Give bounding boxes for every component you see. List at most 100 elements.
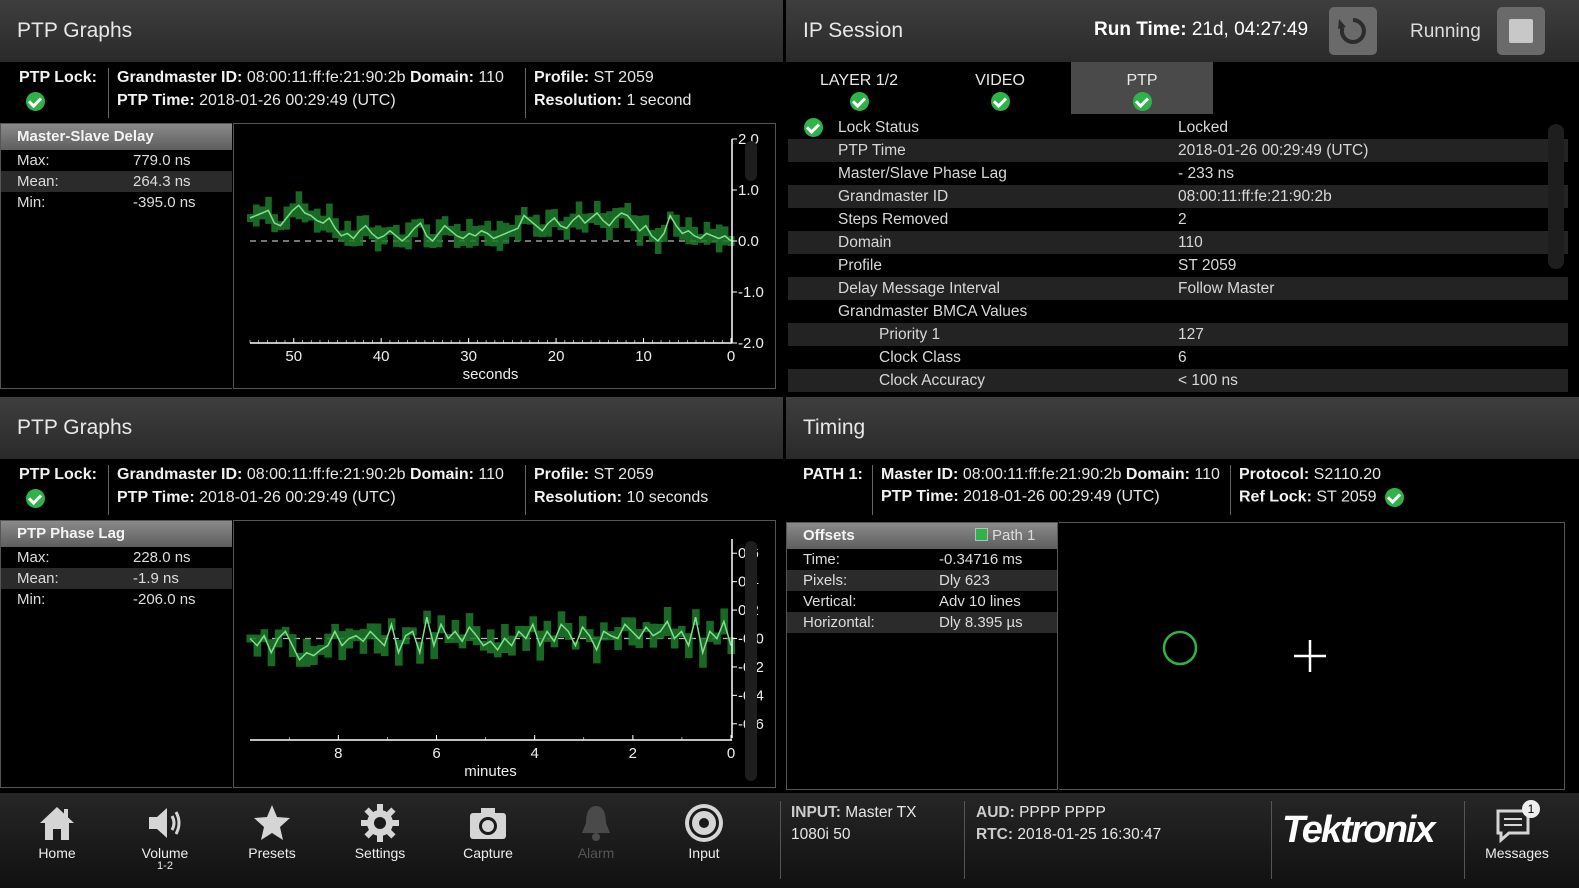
stat-row: Min: -206.0 ns [17, 591, 196, 608]
stat-row: Mean: 264.3 ns [1, 171, 232, 192]
grandmaster-label: Grandmaster ID: [117, 69, 243, 86]
offset-row: Time: -0.34716 ms [787, 549, 1057, 570]
ip-session-panel: IP Session Run Time: 21d, 04:27:49 Runni… [786, 0, 1579, 393]
tab-ptp[interactable]: PTP [1071, 62, 1213, 114]
ptp-time-label: PTP Time: [117, 489, 195, 506]
reset-button[interactable] [1329, 7, 1377, 55]
ptp-info-row: PTP Lock: Grandmaster ID: 08:00:11:ff:fe… [0, 62, 783, 122]
x-tick-label: 0 [727, 745, 735, 762]
master-slave-delay-chart[interactable]: 2.0 1.0 0.0 -1.0 -2.0 50 40 30 20 10 0 seconds [233, 123, 776, 389]
tektronix-logo: Tektronix [1282, 809, 1436, 851]
offset-row: Vertical: Adv 10 lines [787, 591, 1057, 612]
ref-lock-value: ST 2059 [1316, 488, 1377, 506]
stats-box: PTP Phase Lag Max: 228.0 ns Mean: -1.9 ns … [0, 520, 232, 788]
check-icon [1132, 92, 1152, 111]
y-tick-label: -2.0 [738, 335, 764, 352]
stop-button[interactable] [1497, 7, 1545, 55]
stat-row: Max: 779.0 ns [17, 152, 191, 169]
check-icon [1385, 488, 1405, 507]
x-tick-label: 6 [432, 745, 440, 762]
ptp-phase-lag-chart[interactable]: 0.60.40.2-0.0-0.2-0.4-0.686420minutes [233, 520, 776, 788]
resolution-label: Resolution: [534, 92, 622, 109]
offsets-title: Offsets [803, 527, 855, 544]
home-button[interactable]: Home [3, 793, 111, 888]
volume-button[interactable]: Volume 1-2 [111, 793, 219, 888]
x-tick-label: 10 [635, 348, 652, 365]
offset-row: Horizontal: Dly 8.395 µs [787, 612, 1057, 633]
master-id-label: Master ID: [881, 466, 959, 483]
protocol-value: S2110.20 [1313, 466, 1381, 483]
capture-button[interactable]: Capture [434, 793, 542, 888]
settings-button[interactable]: Settings [326, 793, 434, 888]
table-row: Grandmaster ID 08:00:11:ff:fe:21:90:2b [788, 185, 1568, 208]
x-tick-label: 20 [548, 348, 565, 365]
panel-title: Timing [803, 416, 866, 439]
timing-display[interactable] [1059, 522, 1565, 790]
messages-button[interactable]: 1 Messages [1466, 793, 1568, 888]
reset-icon [1338, 18, 1366, 44]
table-row: Lock Status Locked [788, 116, 1568, 139]
table-row: PTP Time 2018-01-26 00:29:49 (UTC) [788, 139, 1568, 162]
table-row: Grandmaster BMCA Values [838, 303, 1028, 320]
y-tick-label: 1.0 [738, 182, 759, 199]
resolution-value: 10 seconds [626, 489, 709, 506]
volume-icon [149, 808, 181, 838]
timing-info-row: PATH 1: Master ID: 08:00:11:ff:fe:21:90:… [786, 459, 1579, 519]
stop-icon [1509, 19, 1533, 43]
x-tick-label: 8 [334, 745, 342, 762]
panel-title: PTP Graphs [17, 416, 133, 439]
x-tick-label: 2 [629, 745, 637, 762]
runtime-value: 21d, 04:27:49 [1191, 19, 1309, 40]
protocol-label: Protocol: [1239, 466, 1310, 483]
bottom-toolbar: Home Volume 1-2 Presets Settings Capture… [0, 793, 1579, 888]
grandmaster-value: 08:00:11:ff:fe:21:90:2b [246, 69, 406, 86]
video-format: 1080i 50 [791, 826, 851, 843]
input-button[interactable]: Input [650, 793, 758, 888]
tab-layer-1-2[interactable]: LAYER 1/2 [788, 62, 930, 114]
grandmaster-value: 08:00:11:ff:fe:21:90:2b [246, 466, 406, 483]
presets-button[interactable]: Presets [218, 793, 326, 888]
y-tick-label: 0.0 [738, 233, 759, 250]
ptp-lock-label: PTP Lock: [19, 466, 97, 483]
home-icon [40, 807, 74, 840]
table-row: Master/Slave Phase Lag - 233 ns [838, 165, 1235, 182]
stat-row: Mean: -1.9 ns [1, 568, 232, 589]
path-label: PATH 1: [803, 466, 863, 483]
x-tick-label: 50 [285, 348, 302, 365]
ptp-time-value: 2018-01-26 00:29:49 (UTC) [199, 92, 396, 109]
profile-value: ST 2059 [593, 69, 654, 86]
resolution-value: 1 second [626, 92, 692, 109]
rtc-label: RTC: [976, 826, 1014, 843]
runtime-label: Run Time: [1094, 19, 1187, 40]
check-icon [26, 92, 45, 111]
tab-video[interactable]: VIDEO [929, 62, 1071, 114]
ptp-time-label: PTP Time: [117, 92, 195, 109]
messages-badge: 1 [1522, 800, 1540, 818]
timing-panel: Timing PATH 1: Master ID: 08:00:11:ff:fe… [786, 397, 1579, 790]
offsets-box: Offsets Path 1 Time: -0.34716 ms Pixels: D… [786, 522, 1058, 790]
aud-label: AUD: [976, 804, 1015, 821]
grandmaster-label: Grandmaster ID: [117, 466, 243, 483]
gear-icon [361, 804, 399, 842]
panel-header: IP Session Run Time: 21d, 04:27:49 Runni… [786, 0, 1579, 62]
domain-label: Domain: [1125, 466, 1190, 483]
master-id-value: 08:00:11:ff:fe:21:90:2b [962, 466, 1122, 483]
profile-value: ST 2059 [593, 466, 654, 483]
ptp-status-table: Lock Status Locked PTP Time 2018-01-26 00:… [788, 116, 1568, 392]
resolution-label: Resolution: [534, 489, 622, 506]
table-scrollbar[interactable] [1548, 124, 1564, 269]
ptp-graphs-panel-top: PTP Graphs PTP Lock: Grandmaster ID: 08:… [0, 0, 783, 393]
star-icon [254, 805, 290, 840]
table-row: Profile ST 2059 [838, 257, 1237, 274]
table-row: Steps Removed 2 [838, 211, 1187, 228]
alarm-button[interactable]: Alarm [542, 793, 650, 888]
path-1-marker-circle [1162, 630, 1198, 666]
aud-value: PPPP PPPP [1019, 804, 1106, 821]
stats-box: Master-Slave Delay Max: 779.0 ns Mean: 264… [0, 123, 232, 389]
legend-swatch [975, 528, 988, 541]
stats-title: Master-Slave Delay [1, 124, 232, 150]
reference-crosshair-icon [1294, 640, 1326, 672]
ptp-lock-label: PTP Lock: [19, 69, 97, 86]
bell-icon [582, 806, 610, 841]
x-tick-label: 40 [373, 348, 390, 365]
